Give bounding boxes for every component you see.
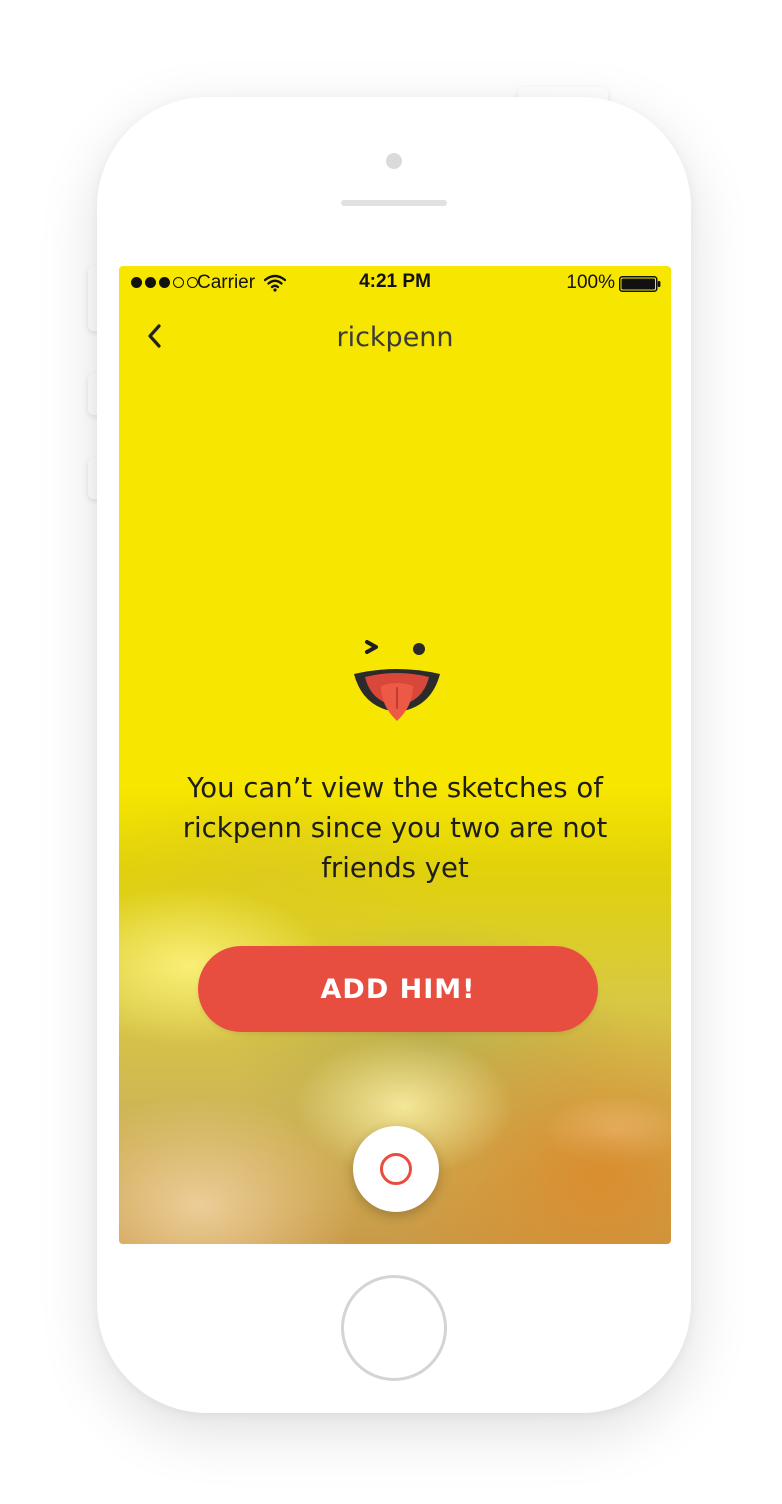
navigation-bar: rickpenn xyxy=(119,310,671,362)
not-friends-message: You can’t view the sketches of rickpenn … xyxy=(182,772,608,884)
device-mockup: Carrier 4:21 PM 100% rickpenn You can’t … xyxy=(0,0,782,1504)
earpiece-speaker xyxy=(341,200,447,206)
page-title: rickpenn xyxy=(336,322,454,353)
battery-icon xyxy=(619,276,661,292)
home-button[interactable] xyxy=(341,1275,447,1381)
battery-percentage: 100% xyxy=(566,272,615,293)
add-friend-button[interactable]: ADD HIM! xyxy=(198,946,598,1032)
status-bar: Carrier 4:21 PM 100% xyxy=(119,266,671,302)
record-circle-icon xyxy=(380,1153,412,1185)
winking-face-tongue-icon xyxy=(354,640,440,721)
front-camera xyxy=(386,153,402,169)
record-button[interactable] xyxy=(353,1126,439,1212)
app-screen: Carrier 4:21 PM 100% rickpenn You can’t … xyxy=(119,266,671,1244)
